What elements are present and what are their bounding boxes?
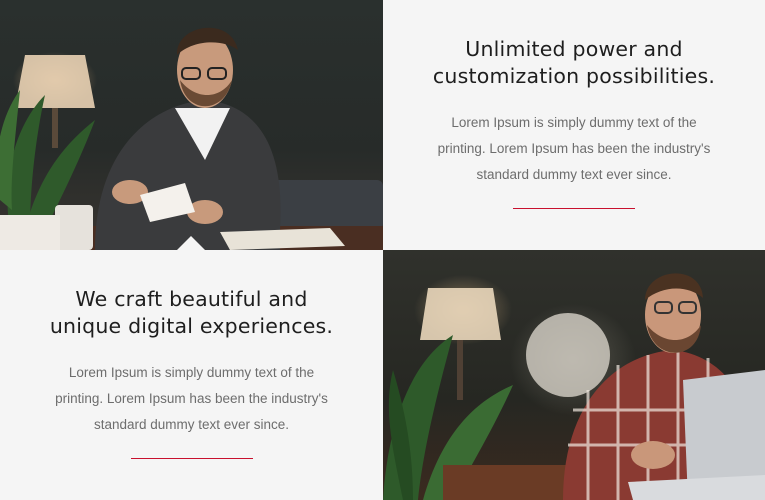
notch-pointer-up xyxy=(177,236,205,250)
description-line: printing. Lorem Ipsum has been the indus… xyxy=(55,391,328,406)
photo-scene xyxy=(383,250,765,500)
description-line: standard dummy text ever since. xyxy=(476,167,672,182)
feature-description: Lorem Ipsum is simply dummy text of the … xyxy=(42,360,342,438)
feature-block-craft: We craft beautiful and unique digital ex… xyxy=(0,250,383,500)
feature-heading: We craft beautiful and unique digital ex… xyxy=(22,286,362,340)
photo-man-at-laptop xyxy=(383,250,765,500)
photo-scene xyxy=(0,0,383,250)
photo-man-with-box xyxy=(0,0,383,250)
feature-grid: Unlimited power and customization possib… xyxy=(0,0,765,500)
description-line: standard dummy text ever since. xyxy=(93,417,290,432)
feature-text: Unlimited power and customization possib… xyxy=(383,36,765,209)
heading-line: customization possibilities. xyxy=(432,64,716,88)
heading-line: Unlimited power and xyxy=(465,37,683,61)
description-line: Lorem Ipsum is simply dummy text of the xyxy=(451,115,697,130)
feature-text: We craft beautiful and unique digital ex… xyxy=(0,286,383,459)
description-line: printing. Lorem Ipsum has been the indus… xyxy=(437,141,711,156)
heading-line: unique digital experiences. xyxy=(49,314,334,338)
feature-description: Lorem Ipsum is simply dummy text of the … xyxy=(424,110,724,188)
accent-divider xyxy=(513,208,635,209)
feature-block-power: Unlimited power and customization possib… xyxy=(383,0,765,250)
feature-heading: Unlimited power and customization possib… xyxy=(404,36,744,90)
description-line: Lorem Ipsum is simply dummy text of the xyxy=(68,365,315,380)
accent-divider xyxy=(130,458,253,459)
heading-line: We craft beautiful and xyxy=(75,287,308,311)
